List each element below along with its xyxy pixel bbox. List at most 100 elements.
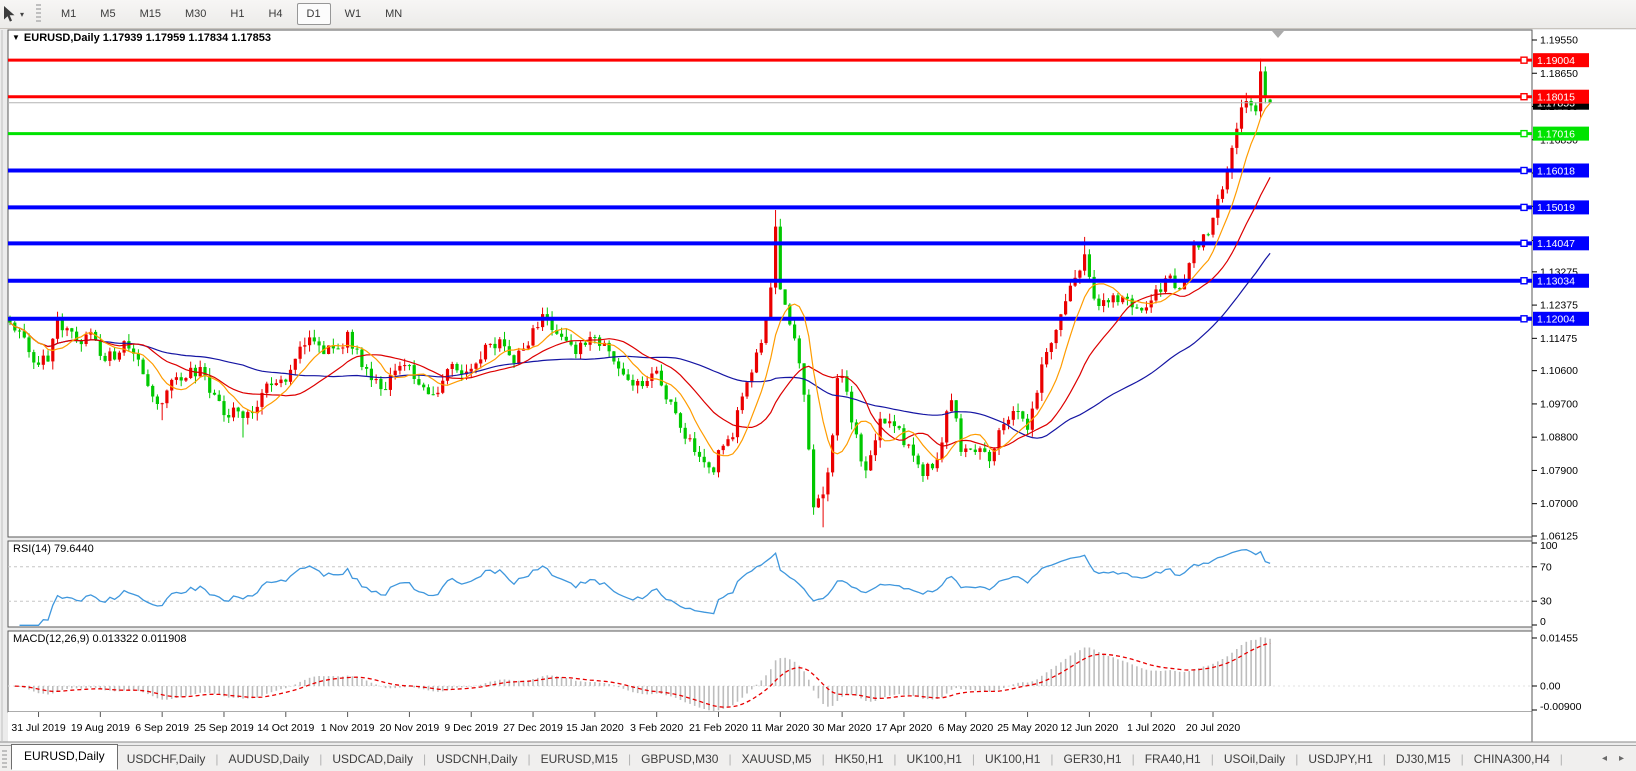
candle [764,318,767,345]
candle [484,343,487,362]
tab-scroll-right-icon[interactable]: ▸ [1619,753,1624,764]
cursor-tool-icon [0,5,17,23]
candle [360,347,363,370]
svg-text:1.13034: 1.13034 [1537,276,1575,288]
svg-text:20 Nov 2019: 20 Nov 2019 [380,722,440,734]
timeframe-button-d1[interactable]: D1 [297,3,331,25]
svg-text:27 Dec 2019: 27 Dec 2019 [503,722,563,734]
tab-usdjpy-h1[interactable]: USDJPY,H1 [1299,749,1381,769]
svg-text:1.17016: 1.17016 [1537,128,1575,140]
candle [1188,262,1191,280]
candle [1211,218,1214,238]
tab-uk100-h1[interactable]: UK100,H1 [898,749,971,769]
svg-text:1.15019: 1.15019 [1537,202,1575,214]
svg-text:12 Jun 2020: 12 Jun 2020 [1060,722,1118,734]
svg-text:1 Nov 2019: 1 Nov 2019 [321,722,375,734]
svg-text:1.07900: 1.07900 [1540,465,1578,477]
svg-text:0: 0 [1540,616,1546,628]
tab-china300-h4[interactable]: CHINA300,H4 [1465,749,1559,769]
candle [959,414,962,456]
chart-tab-bar: EURUSD,DailyUSDCHF,Daily|AUDUSD,Daily|US… [0,745,1636,771]
svg-text:3 Feb 2020: 3 Feb 2020 [630,722,683,734]
candle [755,349,758,373]
tab-uk100-h1[interactable]: UK100,H1 [976,749,1049,769]
tab-gbpusd-m30[interactable]: GBPUSD,M30 [632,749,727,769]
tab-usdchf-daily[interactable]: USDCHF,Daily [118,749,215,769]
tab-usdcad-daily[interactable]: USDCAD,Daily [323,749,422,769]
tabbar-grip[interactable] [2,750,7,768]
tab-xauusd-m5[interactable]: XAUUSD,M5 [733,749,821,769]
svg-text:0.00: 0.00 [1540,681,1561,693]
svg-text:25 Sep 2019: 25 Sep 2019 [194,722,254,734]
timeframe-button-h1[interactable]: H1 [220,3,254,25]
svg-text:31 Jul 2019: 31 Jul 2019 [11,722,65,734]
chart-symbol-label: EURUSD,Daily [24,32,100,44]
tab-separator: | [1559,752,1564,766]
timeframe-button-w1[interactable]: W1 [335,3,372,25]
chart-ohlc-text: 1.17939 1.17959 1.17834 1.17853 [103,32,271,44]
svg-text:70: 70 [1540,561,1552,573]
svg-text:1.09700: 1.09700 [1540,398,1578,410]
svg-text:1.07000: 1.07000 [1540,498,1578,510]
timeframe-button-m5[interactable]: M5 [90,3,125,25]
tab-eurusd-daily[interactable]: EURUSD,Daily [11,744,118,770]
svg-text:17 Apr 2020: 17 Apr 2020 [876,722,933,734]
candle [831,434,834,477]
svg-text:1.14047: 1.14047 [1537,238,1575,250]
svg-text:1.12375: 1.12375 [1540,300,1578,312]
svg-text:-0.00900: -0.00900 [1540,701,1582,713]
candle [769,283,772,319]
svg-text:15 Jan 2020: 15 Jan 2020 [566,722,624,734]
svg-text:30: 30 [1540,596,1552,608]
svg-text:11 Mar 2020: 11 Mar 2020 [751,722,809,734]
tab-dj30-m15[interactable]: DJ30,M15 [1387,749,1460,769]
svg-text:100: 100 [1540,540,1558,552]
svg-text:1.10600: 1.10600 [1540,365,1578,377]
svg-text:1.18015: 1.18015 [1537,92,1575,104]
macd-indicator-label: MACD(12,26,9) 0.013322 0.011908 [13,633,186,645]
timeframe-button-m1[interactable]: M1 [51,3,86,25]
tab-ger30-h1[interactable]: GER30,H1 [1055,749,1131,769]
svg-text:6 Sep 2019: 6 Sep 2019 [135,722,189,734]
main-chart-svg[interactable]: 1.195501.186501.177501.168501.159501.150… [0,0,1636,770]
chevron-down-icon: ▾ [20,10,24,19]
timeframe-button-m15[interactable]: M15 [130,3,171,25]
tab-scroll-arrows: ◂ ▸ [1602,753,1636,764]
cursor-tool-button[interactable]: ▾ [0,5,26,23]
candle [807,389,810,450]
svg-text:21 Feb 2020: 21 Feb 2020 [689,722,748,734]
svg-text:14 Oct 2019: 14 Oct 2019 [257,722,314,734]
svg-text:9 Dec 2019: 9 Dec 2019 [444,722,498,734]
rsi-indicator-label: RSI(14) 79.6440 [13,543,94,555]
toolbar-grip[interactable] [36,4,41,24]
top-toolbar: ▾ M1M5M15M30H1H4D1W1MN [0,0,1636,29]
timeframe-button-group: M1M5M15M30H1H4D1W1MN [49,3,414,25]
timeframe-button-mn[interactable]: MN [375,3,412,25]
candle [812,444,815,514]
tab-hk50-h1[interactable]: HK50,H1 [826,749,893,769]
timeframe-button-m30[interactable]: M30 [175,3,216,25]
svg-text:20 Jul 2020: 20 Jul 2020 [1186,722,1240,734]
candle [142,358,145,375]
chart-title-caret-icon: ▼ [12,33,20,42]
svg-text:1.18650: 1.18650 [1540,68,1578,80]
tab-eurusd-m15[interactable]: EURUSD,M15 [532,749,627,769]
tab-items: EURUSD,DailyUSDCHF,Daily|AUDUSD,Daily|US… [11,747,1564,770]
candle [836,374,839,441]
candle [883,419,886,424]
tab-usoil-daily[interactable]: USOil,Daily [1215,749,1294,769]
tab-scroll-left-icon[interactable]: ◂ [1602,753,1607,764]
chart-title: ▼ EURUSD,Daily 1.17939 1.17959 1.17834 1.… [12,32,271,44]
tab-fra40-h1[interactable]: FRA40,H1 [1136,749,1210,769]
tab-audusd-daily[interactable]: AUDUSD,Daily [220,749,319,769]
svg-text:1.08800: 1.08800 [1540,432,1578,444]
svg-text:1.11475: 1.11475 [1540,333,1577,345]
candle [784,289,787,305]
svg-text:1.12004: 1.12004 [1537,314,1575,326]
svg-text:1.19004: 1.19004 [1537,55,1575,67]
timeframe-button-h4[interactable]: H4 [258,3,292,25]
svg-text:19 Aug 2019: 19 Aug 2019 [71,722,130,734]
tab-usdcnh-daily[interactable]: USDCNH,Daily [427,749,526,769]
svg-text:25 May 2020: 25 May 2020 [997,722,1058,734]
candle [1036,390,1039,410]
